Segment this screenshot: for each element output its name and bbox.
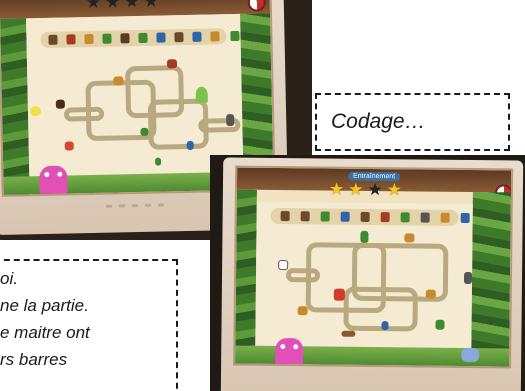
coding-caption-box: Codage… [315,93,510,151]
photo-monitor-second: Entraînement ★ ★ ★ ★ [210,155,525,391]
character-icon [29,106,42,117]
star-rating: ★ ★ ★ ★ [85,0,159,13]
tree-icon [140,127,149,136]
tree-icon [230,30,240,42]
book-icon [381,321,389,331]
caption-line: e maitre ont [0,323,90,342]
traffic-light-icon [226,114,235,127]
tree-icon [195,86,208,103]
game-board [255,201,473,349]
road-branch [63,106,105,122]
book-icon [192,31,202,42]
caption-line: rs barres [0,350,68,369]
sign-icon [360,211,370,222]
monitor-bezel: Entraînement ★ ★ ★ ★ [220,157,524,391]
star-rating: ★ ★ ★ ★ [328,179,403,200]
caption-line: ne la partie. [0,296,89,315]
house-icon [404,233,415,243]
traffic-light-icon [420,212,430,223]
house-icon [210,31,220,42]
character-icon [461,347,480,363]
leaf-frame-right [471,192,511,367]
tree-icon [360,230,369,243]
house-icon [425,289,436,299]
game-screen: Entraînement ★ ★ ★ ★ [233,165,514,369]
tree-icon [320,211,330,222]
tree-icon [138,32,148,44]
star-icon: ★ [328,179,345,199]
tree-icon [400,212,410,223]
sign-icon [174,32,184,43]
house-icon [380,212,390,223]
leaf-frame-left [0,18,30,195]
fence-icon [341,330,356,337]
sign-icon [280,211,290,222]
house-icon [440,212,450,223]
star-icon: ★ [348,179,364,199]
explanation-caption-box: oi. ne la partie. e maitre ont rs barres [0,259,178,391]
star-icon: ★ [367,179,383,200]
tree-icon [102,33,112,44]
sign-icon [48,34,58,45]
book-icon [340,211,350,222]
animal-icon [120,33,130,44]
star-icon: ★ [85,0,102,13]
item-sequence-strip [40,28,240,49]
tree-icon [155,157,162,166]
house-icon [166,59,178,69]
book-icon [460,212,470,224]
house-icon [297,306,308,316]
game-board [26,13,244,177]
caption-line: oi. [0,269,18,288]
animal-icon [55,99,65,109]
tower-icon [156,32,166,43]
animal-icon [66,34,76,45]
book-icon [333,288,345,301]
road-branch [285,268,321,283]
leaf-frame-left [235,189,257,364]
coding-caption: Codage… [331,110,426,133]
star-icon: ★ [124,0,140,12]
star-icon: ★ [104,0,121,12]
pink-monster-mascot [39,165,68,197]
pink-monster-mascot [275,337,304,369]
house-icon [113,76,124,86]
item-sequence-strip [270,207,470,226]
star-icon: ★ [386,180,403,200]
house-icon [64,141,74,151]
monitor-buttons [105,203,165,208]
book-icon [186,140,194,151]
character-icon [278,260,289,271]
tree-icon [435,319,445,330]
traffic-light-icon [463,271,473,285]
fence-icon [300,211,310,222]
house-icon [84,33,94,45]
star-icon: ★ [143,0,159,11]
